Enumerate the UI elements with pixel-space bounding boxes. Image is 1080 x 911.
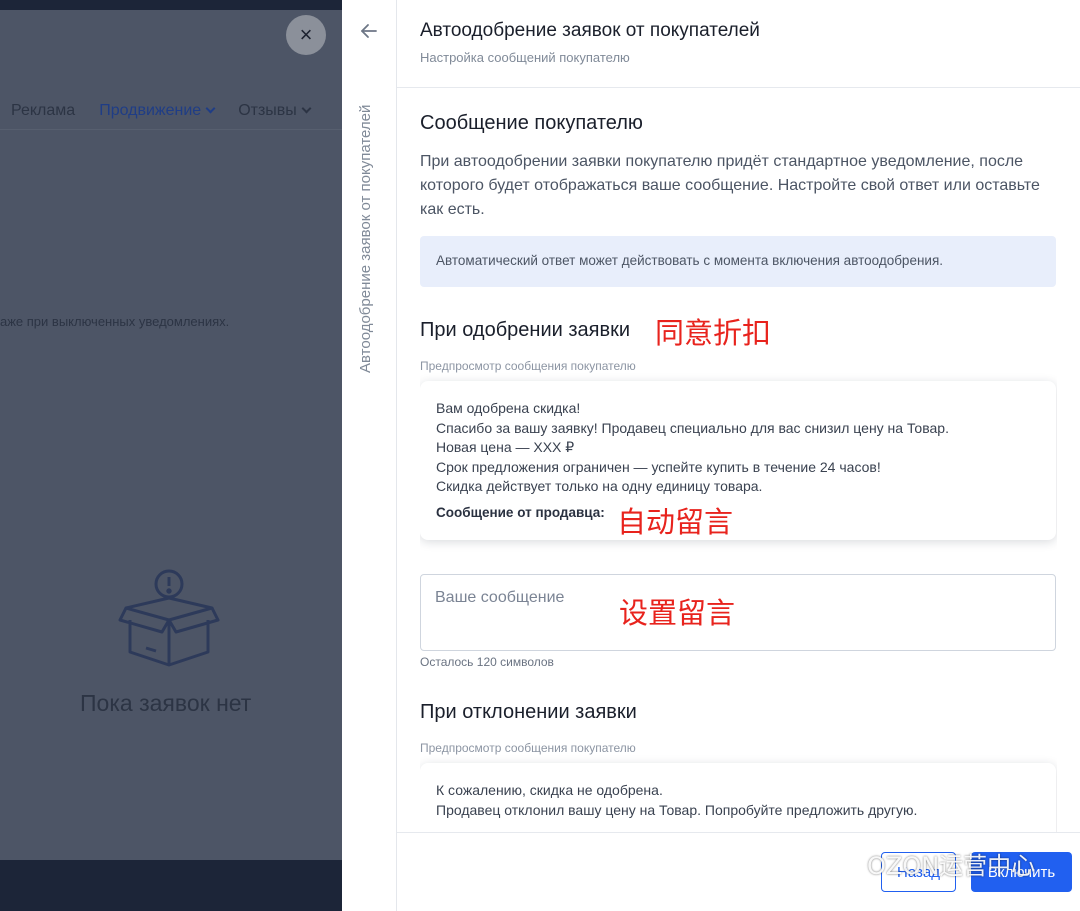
chevron-down-icon — [301, 103, 312, 114]
preview-line: Новая цена — XXX ₽ — [436, 439, 575, 456]
seller-message-label: Сообщение от продавца: — [436, 504, 605, 520]
annotation-approve-discount: 同意折扣 — [655, 316, 772, 350]
preview-line: Срок предложения ограничен — успейте куп… — [436, 458, 881, 475]
preview-label: Предпросмотр сообщения покупателю — [420, 741, 636, 755]
background-bottombar — [0, 860, 342, 911]
close-icon: × — [299, 22, 313, 47]
section-heading-rejection: При отклонении заявки — [420, 701, 637, 723]
preview-line: Скидка действует только на одну единицу … — [436, 478, 763, 495]
section-heading-approval: При одобрении заявки — [420, 319, 631, 341]
annotation-set-message: 设置留言 — [619, 596, 736, 630]
preview-line: Продавец отклонил вашу цену на Товар. По… — [436, 801, 918, 818]
wechat-icon — [823, 848, 859, 878]
input-placeholder: Ваше сообщение — [435, 589, 565, 606]
background-nav: Реклама Продвижение Отзывы — [0, 92, 342, 130]
rejection-preview-card: К сожалению, скидка не одобрена. Продаве… — [420, 763, 1056, 832]
page-title: Автоодобрение заявок от покупателей — [420, 20, 760, 41]
chevron-down-icon — [205, 103, 216, 114]
panel-content[interactable]: Сообщение покупателю При автоодобрении з… — [420, 88, 1057, 832]
watermark: OZON运营中心 — [821, 846, 1035, 881]
arrow-left-icon[interactable] — [358, 20, 380, 42]
section-description: При автоодобрении заявки покупателю прид… — [420, 153, 1040, 218]
panel-header: Автоодобрение заявок от покупателей Наст… — [397, 0, 1080, 88]
background-topbar — [0, 0, 342, 10]
annotation-auto-message: 自动留言 — [617, 505, 734, 539]
preview-line: Вам одобрена скидка! — [436, 400, 581, 416]
nav-item-promotion: Продвижение — [99, 102, 216, 120]
background-page: Реклама Продвижение Отзывы аже при выклю… — [0, 0, 342, 911]
settings-panel: Автоодобрение заявок от покупателей Наст… — [397, 0, 1080, 911]
nav-item-ads: Реклама — [11, 101, 76, 119]
close-button[interactable]: × — [286, 15, 326, 55]
approval-preview-card: Вам одобрена скидка! Спасибо за вашу зая… — [420, 381, 1056, 540]
preview-line: К сожалению, скидка не одобрена. — [436, 782, 663, 798]
preview-line: Спасибо за вашу заявку! Продавец специал… — [436, 419, 949, 436]
rail-vertical-title: Автоодобрение заявок от покупателей — [357, 104, 374, 373]
info-banner: Автоматический ответ может действовать с… — [420, 236, 1056, 287]
seller-message-input[interactable]: Ваше сообщение — [420, 574, 1056, 651]
preview-label: Предпросмотр сообщения покупателю — [420, 359, 636, 373]
character-counter: Осталось 120 символов — [420, 655, 554, 669]
empty-state-text: Пока заявок нет — [80, 690, 252, 716]
side-rail: Автоодобрение заявок от покупателей — [342, 0, 397, 911]
section-heading-message: Сообщение покупателю — [420, 112, 643, 134]
empty-box-icon — [118, 569, 220, 667]
nav-item-reviews: Отзывы — [238, 102, 312, 120]
watermark-text: OZON运营中心 — [867, 852, 1036, 880]
page-subtitle: Настройка сообщений покупателю — [420, 50, 630, 65]
background-note: аже при выключенных уведомлениях. — [0, 314, 230, 329]
